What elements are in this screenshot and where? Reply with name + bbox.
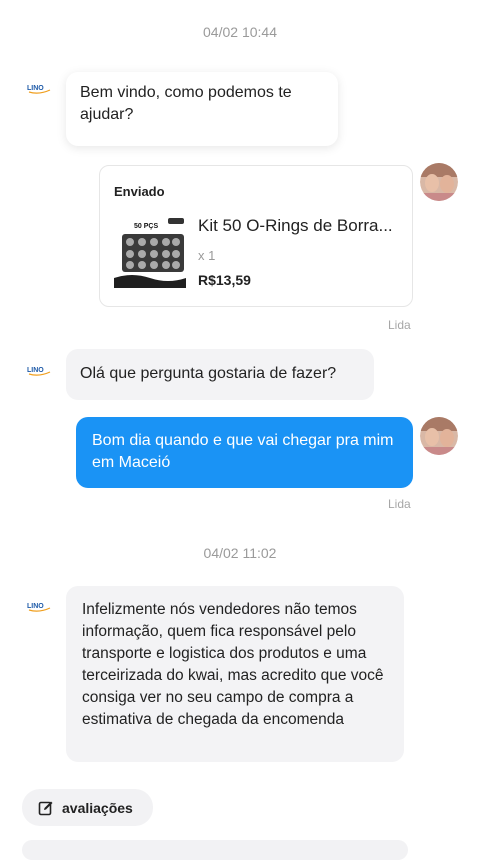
seller-logo-text: LINO — [27, 367, 44, 374]
product-price: R$13,59 — [198, 272, 251, 288]
product-card[interactable]: Enviado 50 PÇS Kit 50 O-Rings de Borra..… — [99, 165, 413, 307]
message-text: Infelizmente nós vendedores não temos in… — [82, 601, 384, 728]
message-text: Bom dia quando e que vai chegar pra mim … — [92, 432, 394, 471]
message-text: Bem vindo, como podemos te ajudar? — [80, 84, 292, 123]
reviews-label: avaliações — [62, 799, 133, 816]
bottom-bar — [22, 840, 408, 860]
seller-logo-text: LINO — [27, 85, 44, 92]
product-quantity: x 1 — [198, 248, 216, 263]
read-receipt: Lida — [388, 497, 411, 511]
message-bubble-answer: Infelizmente nós vendedores não temos in… — [66, 586, 404, 762]
read-receipt: Lida — [388, 318, 411, 332]
user-avatar[interactable] — [420, 163, 458, 201]
seller-logo-icon: LINO — [27, 367, 51, 376]
user-avatar[interactable] — [420, 417, 458, 455]
timestamp: 04/02 11:02 — [203, 545, 277, 561]
svg-text:50 PÇS: 50 PÇS — [134, 223, 158, 230]
seller-logo-text: LINO — [27, 603, 44, 610]
seller-logo-icon: LINO — [27, 603, 51, 612]
edit-icon — [38, 801, 53, 815]
timestamp: 04/02 10:44 — [203, 24, 277, 40]
message-bubble-welcome: Bem vindo, como podemos te ajudar? — [66, 72, 338, 146]
product-title: Kit 50 O-Rings de Borra... — [198, 216, 393, 235]
reviews-button[interactable]: avaliações — [22, 789, 153, 826]
message-bubble-prompt: Olá que pergunta gostaria de fazer? — [66, 349, 374, 400]
product-thumbnail: 50 PÇS — [112, 212, 188, 290]
message-bubble-user: Bom dia quando e que vai chegar pra mim … — [76, 417, 413, 488]
seller-logo-icon: LINO — [27, 85, 51, 94]
message-text: Olá que pergunta gostaria de fazer? — [80, 365, 337, 382]
order-status: Enviado — [114, 184, 165, 199]
